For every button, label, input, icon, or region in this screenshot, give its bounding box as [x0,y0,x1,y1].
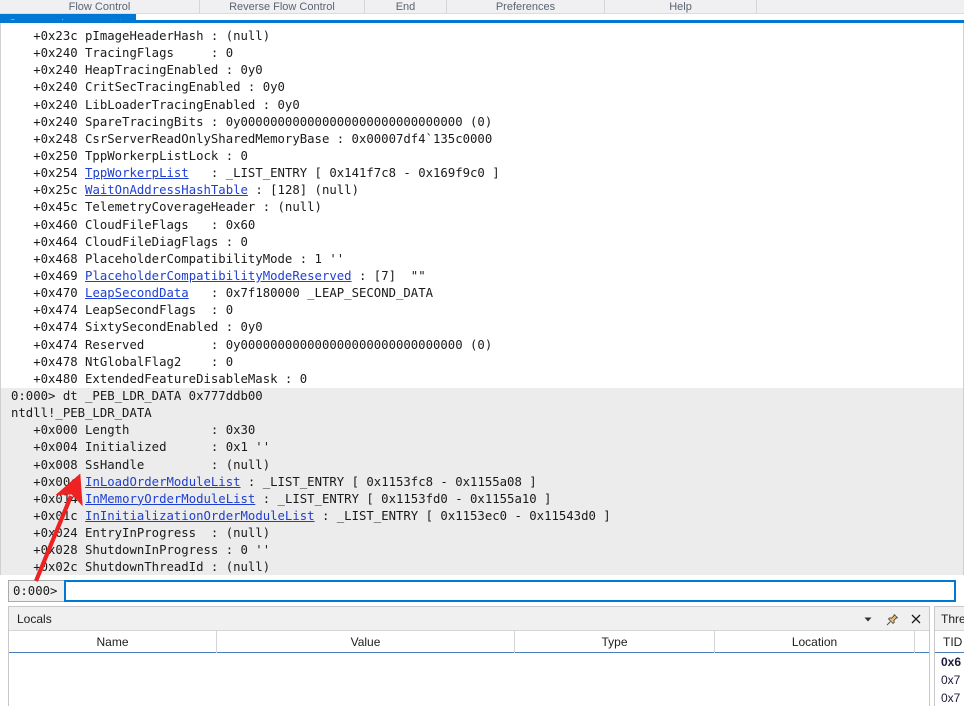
locals-column-headers: NameValueTypeLocation [9,631,929,653]
command-output-line: +0x000 Length : 0x30 [1,422,963,439]
command-output-line: +0x240 LibLoaderTracingEnabled : 0y0 [1,97,963,114]
locals-header: Locals [9,607,929,631]
threads-panel: Threads TID 0x60x70x7 [934,606,964,706]
dml-link[interactable]: LeapSecondData [85,286,189,300]
command-input[interactable] [64,580,956,602]
command-output-lines: +0x23c pImageHeaderHash : (null) +0x240 … [1,28,963,575]
command-output-line: +0x474 Reserved : 0y00000000000000000000… [1,337,963,354]
ribbon-group-end[interactable]: End [365,0,447,13]
locals-header-buttons [861,607,923,631]
command-output-line: +0x460 CloudFileFlags : 0x60 [1,217,963,234]
command-output-pane[interactable]: +0x23c pImageHeaderHash : (null) +0x240 … [0,23,964,575]
command-output-line: +0x469 PlaceholderCompatibilityModeReser… [1,268,963,285]
locals-column-name[interactable]: Name [9,631,217,653]
locals-column-type[interactable]: Type [515,631,715,653]
thread-row[interactable]: 0x7 [935,689,964,706]
pin-icon[interactable] [885,612,899,626]
ribbon-group-preferences[interactable]: Preferences [447,0,605,13]
threads-rows[interactable]: 0x60x70x7 [935,653,964,706]
thread-row[interactable]: 0x6 [935,653,964,671]
command-output-line: +0x25c WaitOnAddressHashTable : [128] (n… [1,182,963,199]
chevron-down-icon[interactable] [861,612,875,626]
locals-column-value[interactable]: Value [217,631,515,653]
locals-rows[interactable] [9,653,929,705]
windbg-window: Flow Control Reverse Flow Control End Prefe… [0,0,964,706]
command-output-line: +0x250 TppWorkerpListLock : 0 [1,148,963,165]
command-output-line: +0x024 EntryInProgress : (null) [1,525,963,542]
command-output-line: +0x464 CloudFileDiagFlags : 0 [1,234,963,251]
command-output-line: +0x470 LeapSecondData : 0x7f180000 _LEAP… [1,285,963,302]
command-output-line: +0x468 PlaceholderCompatibilityMode : 1 … [1,251,963,268]
command-output-line: +0x028 ShutdownInProgress : 0 '' [1,542,963,559]
command-output-line: +0x240 CritSecTracingEnabled : 0y0 [1,79,963,96]
ribbon-group-label: Preferences [496,2,555,13]
dml-link[interactable]: PlaceholderCompatibilityModeReserved [85,269,352,283]
close-icon[interactable] [909,612,923,626]
command-output-line: +0x480 ExtendedFeatureDisableMask : 0 [1,371,963,388]
dml-link[interactable]: InMemoryOrderModuleList [85,492,255,506]
command-output-line: +0x474 SixtySecondEnabled : 0y0 [1,319,963,336]
locals-panel: Locals [8,606,930,706]
command-output-line: +0x00c InLoadOrderModuleList : _LIST_ENT… [1,474,963,491]
ribbon-group-empty-5[interactable] [757,0,964,13]
prompt-tag: 0:000> [8,580,64,602]
dml-link[interactable]: TppWorkerpList [85,166,189,180]
ribbon-group-help[interactable]: Help [605,0,757,13]
ribbon-group-label: Flow Control [69,2,131,13]
locals-column-location[interactable]: Location [715,631,915,653]
threads-title: Threads [935,607,964,631]
ribbon-group-flow-control[interactable]: Flow Control [0,0,200,13]
command-output-line: +0x240 HeapTracingEnabled : 0y0 [1,62,963,79]
command-output-line: +0x240 SpareTracingBits : 0y000000000000… [1,114,963,131]
thread-row[interactable]: 0x7 [935,671,964,689]
command-output-line: +0x45c TelemetryCoverageHeader : (null) [1,199,963,216]
ribbon-group-label: Reverse Flow Control [229,2,335,13]
command-prompt-row: 0:000> [8,580,956,602]
command-output-line: 0:000> dt _PEB_LDR_DATA 0x777ddb00 [1,388,963,405]
command-output-line: +0x014 InMemoryOrderModuleList : _LIST_E… [1,491,963,508]
command-output-line: +0x23c pImageHeaderHash : (null) [1,28,963,45]
command-output-line: +0x01c InInitializationOrderModuleList :… [1,508,963,525]
command-output-line: +0x004 Initialized : 0x1 '' [1,439,963,456]
ribbon-group-label: End [396,2,416,13]
command-output-line: +0x478 NtGlobalFlag2 : 0 [1,354,963,371]
ribbon-group-label: Help [669,2,692,13]
command-output-line: +0x254 TppWorkerpList : _LIST_ENTRY [ 0x… [1,165,963,182]
locals-title: Locals [9,612,52,626]
command-output-line: +0x248 CsrServerReadOnlySharedMemoryBase… [1,131,963,148]
dml-link[interactable]: InLoadOrderModuleList [85,475,240,489]
command-output-line: +0x008 SsHandle : (null) [1,457,963,474]
threads-column-tid: TID [935,631,964,653]
dml-link[interactable]: InInitializationOrderModuleList [85,509,315,523]
command-output-line: +0x474 LeapSecondFlags : 0 [1,302,963,319]
command-output-line: ntdll!_PEB_LDR_DATA [1,405,963,422]
command-output-line: +0x240 TracingFlags : 0 [1,45,963,62]
ribbon-toolbar: Flow Control Reverse Flow Control End Prefe… [0,0,964,14]
ribbon-group-reverse-flow-control[interactable]: Reverse Flow Control [200,0,365,13]
dml-link[interactable]: WaitOnAddressHashTable [85,183,248,197]
locals-column-spacer[interactable] [915,631,929,653]
command-output-line: +0x02c ShutdownThreadId : (null) [1,559,963,575]
